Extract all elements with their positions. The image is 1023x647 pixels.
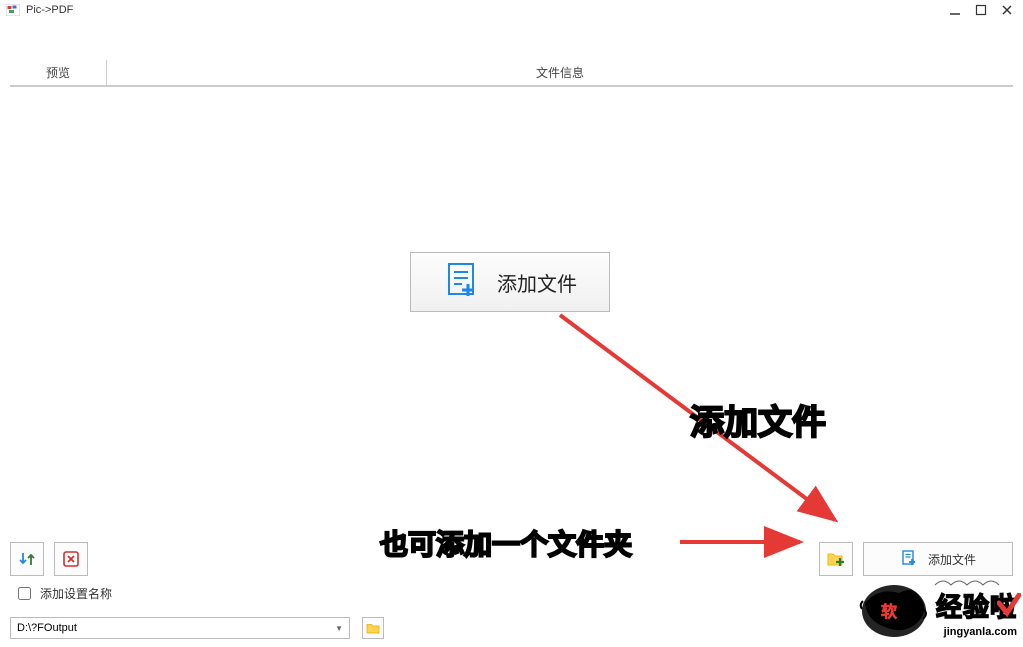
output-path-dropdown[interactable]: D:\?FOutput ▼	[10, 617, 350, 639]
output-path-row: D:\?FOutput ▼	[10, 617, 1013, 639]
maximize-button[interactable]	[973, 2, 989, 18]
bottom-area: 添加文件 添加设置名称 D:\?FOutput ▼	[10, 542, 1013, 639]
app-icon	[6, 4, 20, 16]
sort-button[interactable]	[10, 542, 44, 576]
add-file-small-icon	[900, 549, 918, 570]
output-path-value: D:\?FOutput	[17, 622, 77, 634]
browse-folder-button[interactable]	[362, 617, 384, 639]
add-settings-name-checkbox[interactable]	[18, 587, 31, 600]
window-title: Pic->PDF	[26, 4, 73, 16]
window-controls	[947, 2, 1015, 18]
close-button[interactable]	[999, 2, 1015, 18]
title-bar: Pic->PDF	[0, 0, 1023, 20]
add-file-doc-icon	[443, 260, 483, 305]
minimize-button[interactable]	[947, 2, 963, 18]
add-file-button[interactable]: 添加文件	[863, 542, 1013, 576]
checkbox-row: 添加设置名称	[14, 584, 1013, 603]
remove-button[interactable]	[54, 542, 88, 576]
add-file-center-button[interactable]: 添加文件	[410, 252, 610, 312]
checkbox-label: 添加设置名称	[40, 585, 112, 602]
add-folder-button[interactable]	[819, 542, 853, 576]
chevron-down-icon: ▼	[335, 624, 343, 633]
add-file-center-label: 添加文件	[497, 268, 577, 297]
toolbar-row: 添加文件	[10, 542, 1013, 576]
add-file-button-label: 添加文件	[928, 551, 976, 568]
